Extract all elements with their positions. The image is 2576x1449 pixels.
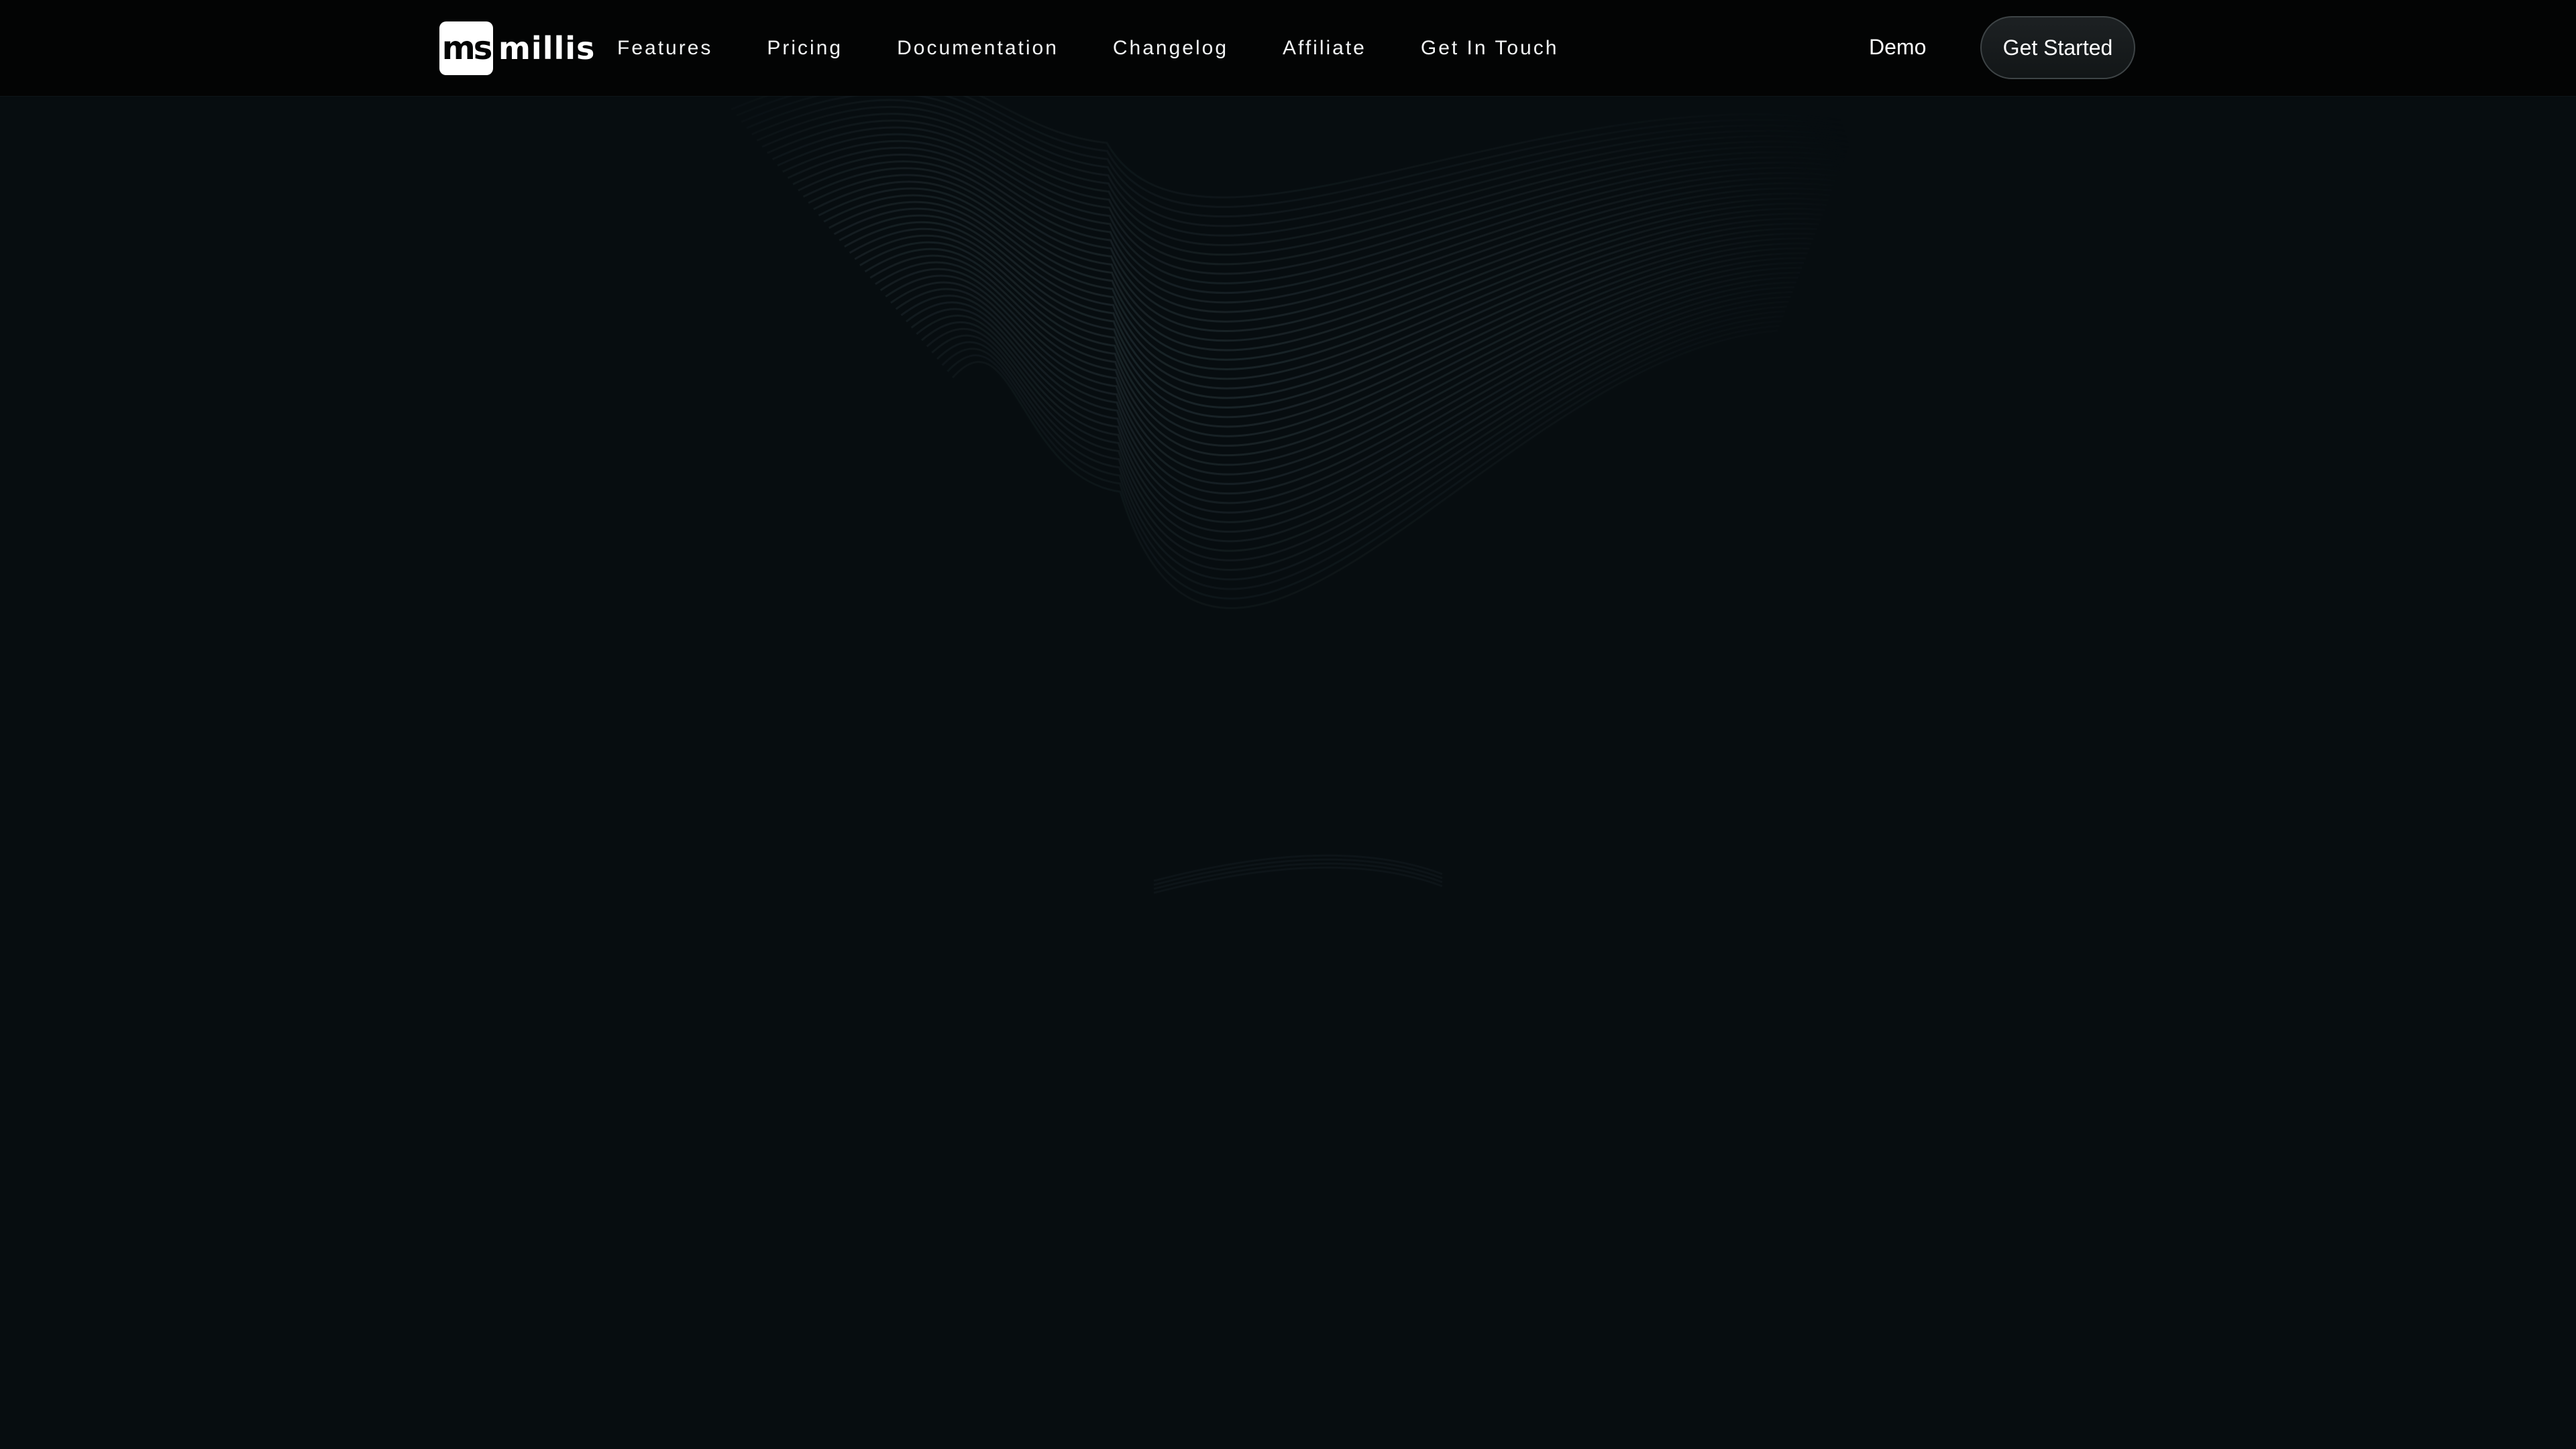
hero-wave-background [731,96,1859,894]
faint-wave-line [1153,858,1443,886]
logo-mark-icon: ms [439,21,493,75]
wave-lines [731,96,1859,610]
brand-logo[interactable]: ms millis [439,21,595,75]
wave-line [771,126,1843,275]
nav-link-affiliate[interactable]: Affiliate [1283,37,1366,60]
nav-link-get-in-touch[interactable]: Get In Touch [1421,37,1559,60]
nav-link-features[interactable]: Features [617,37,712,60]
get-started-button[interactable]: Get Started [1980,16,2135,79]
brand-name: millis [498,30,596,66]
nav-link-changelog[interactable]: Changelog [1113,37,1228,60]
top-navbar: ms millis Features Pricing Documentation… [0,0,2576,97]
page: ms millis Features Pricing Documentation… [0,0,2576,1449]
nav-link-pricing[interactable]: Pricing [767,37,843,60]
nav-link-documentation[interactable]: Documentation [897,37,1059,60]
main-nav: Features Pricing Documentation Changelog… [617,0,1613,96]
wave-line [890,271,1801,494]
wave-line [885,266,1803,485]
wave-line [947,325,1780,600]
faint-wave-lines [1153,854,1443,894]
wave-line [951,329,1778,610]
faint-wave-line [1153,862,1443,890]
demo-link[interactable]: Demo [1869,31,1926,63]
